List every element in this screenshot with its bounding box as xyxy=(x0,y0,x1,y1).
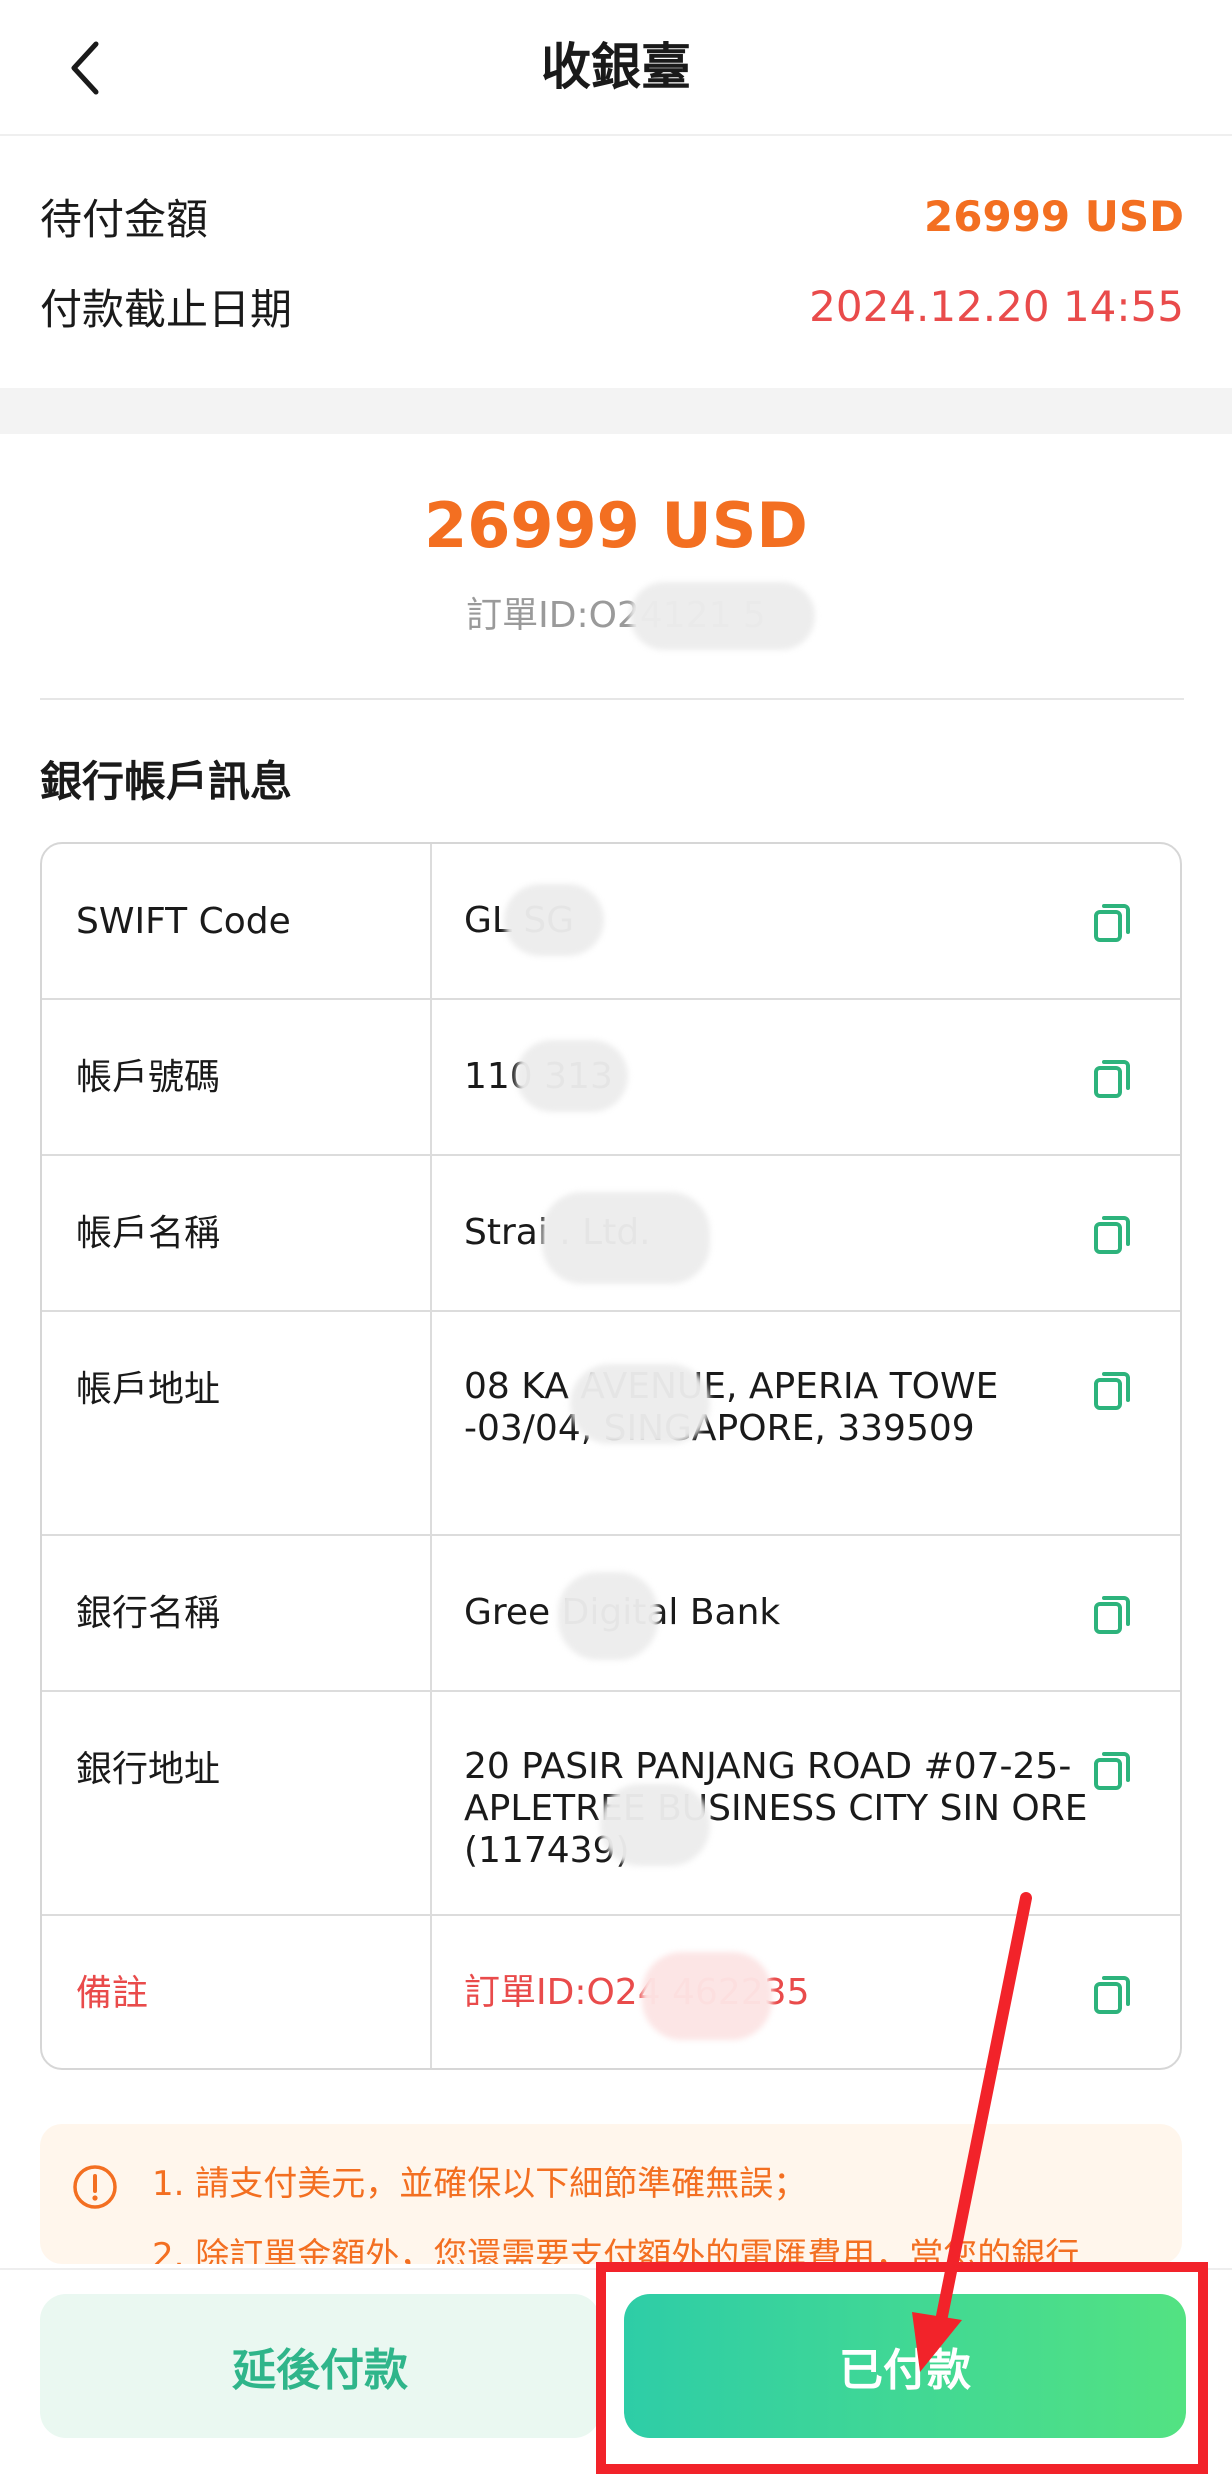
bank-info-title: 銀行帳戶訊息 xyxy=(40,757,293,806)
amount-due-row: 待付金額 26999 USD xyxy=(40,186,1184,246)
order-id: 訂單ID:O24121 5 xyxy=(466,595,766,636)
page-title: 收銀臺 xyxy=(541,38,691,96)
amount-due-value: 26999 USD xyxy=(924,191,1184,241)
section-gap xyxy=(0,388,1232,434)
bank-row-account-address: 帳戶地址 08 KA AVENUE, APERIA TOWE -03/04, S… xyxy=(42,1312,1180,1536)
swift-label: SWIFT Code xyxy=(76,901,291,942)
account-name-label: 帳戶名稱 xyxy=(76,1213,221,1254)
deadline-label: 付款截止日期 xyxy=(40,284,293,334)
bank-name-label: 銀行名稱 xyxy=(76,1593,221,1634)
bank-row-remark: 備註 訂單ID:O24 462235 xyxy=(42,1916,1180,2068)
deadline-row: 付款截止日期 2024.12.20 14:55 xyxy=(40,276,1184,336)
account-number-label: 帳戶號碼 xyxy=(76,1057,221,1098)
nav-bar: 收銀臺 xyxy=(0,0,1232,136)
copy-icon[interactable] xyxy=(1092,1368,1132,1412)
bank-address-value[interactable]: 20 PASIR PANJANG ROAD #07-25- APLETREE B… xyxy=(464,1746,1104,1872)
redaction-blur xyxy=(516,1040,628,1112)
bank-row-bank-name: 銀行名稱 Gree Digital Bank xyxy=(42,1536,1180,1692)
bank-row-swift: SWIFT Code GL SG xyxy=(42,844,1180,1000)
amount-due-label: 待付金額 xyxy=(40,194,209,244)
bank-info-table: SWIFT Code GL SG 帳戶號碼 110 313 帳戶名稱 Strai… xyxy=(40,842,1182,2070)
redaction-blur xyxy=(570,1364,710,1444)
copy-icon[interactable] xyxy=(1092,900,1132,944)
paid-button[interactable]: 已付款 xyxy=(624,2294,1186,2438)
redaction-blur xyxy=(504,884,604,956)
bank-row-account-name: 帳戶名稱 Strai . Ltd. xyxy=(42,1156,1180,1312)
copy-icon[interactable] xyxy=(1092,1748,1132,1792)
redaction-blur xyxy=(558,1572,658,1660)
bank-address-label: 銀行地址 xyxy=(76,1749,221,1790)
account-address-value[interactable]: 08 KA AVENUE, APERIA TOWE -03/04, SINGAP… xyxy=(464,1366,1104,1450)
warning-icon xyxy=(73,2165,117,2209)
pay-later-button[interactable]: 延後付款 xyxy=(40,2294,600,2438)
payment-amount: 26999 USD xyxy=(424,489,808,562)
payment-summary: 待付金額 26999 USD 付款截止日期 2024.12.20 14:55 xyxy=(0,136,1232,386)
copy-icon[interactable] xyxy=(1092,1056,1132,1100)
payment-notice: 1. 請支付美元，並確保以下細節準確無誤； 2. 除訂單金額外，您還需要支付額外… xyxy=(40,2124,1182,2264)
remark-value[interactable]: 訂單ID:O24 462235 xyxy=(464,1972,1104,2014)
copy-icon[interactable] xyxy=(1092,1592,1132,1636)
divider xyxy=(40,698,1184,700)
redaction-blur xyxy=(642,1952,772,2040)
notice-line-2: 2. 除訂單金額外，您還需要支付額外的電匯費用，當您的銀行 xyxy=(152,2236,1080,2264)
account-address-label: 帳戶地址 xyxy=(76,1369,221,1410)
copy-icon[interactable] xyxy=(1092,1972,1132,2016)
notice-line-1: 1. 請支付美元，並確保以下細節準確無誤； xyxy=(152,2164,808,2204)
bank-row-bank-address: 銀行地址 20 PASIR PANJANG ROAD #07-25- APLET… xyxy=(42,1692,1180,1916)
redaction-blur xyxy=(542,1192,710,1284)
copy-icon[interactable] xyxy=(1092,1212,1132,1256)
redaction-blur xyxy=(600,1784,710,1866)
bank-row-account-number: 帳戶號碼 110 313 xyxy=(42,1000,1180,1156)
remark-label: 備註 xyxy=(76,1973,149,2014)
deadline-value: 2024.12.20 14:55 xyxy=(809,281,1184,331)
redaction-blur xyxy=(630,582,815,650)
